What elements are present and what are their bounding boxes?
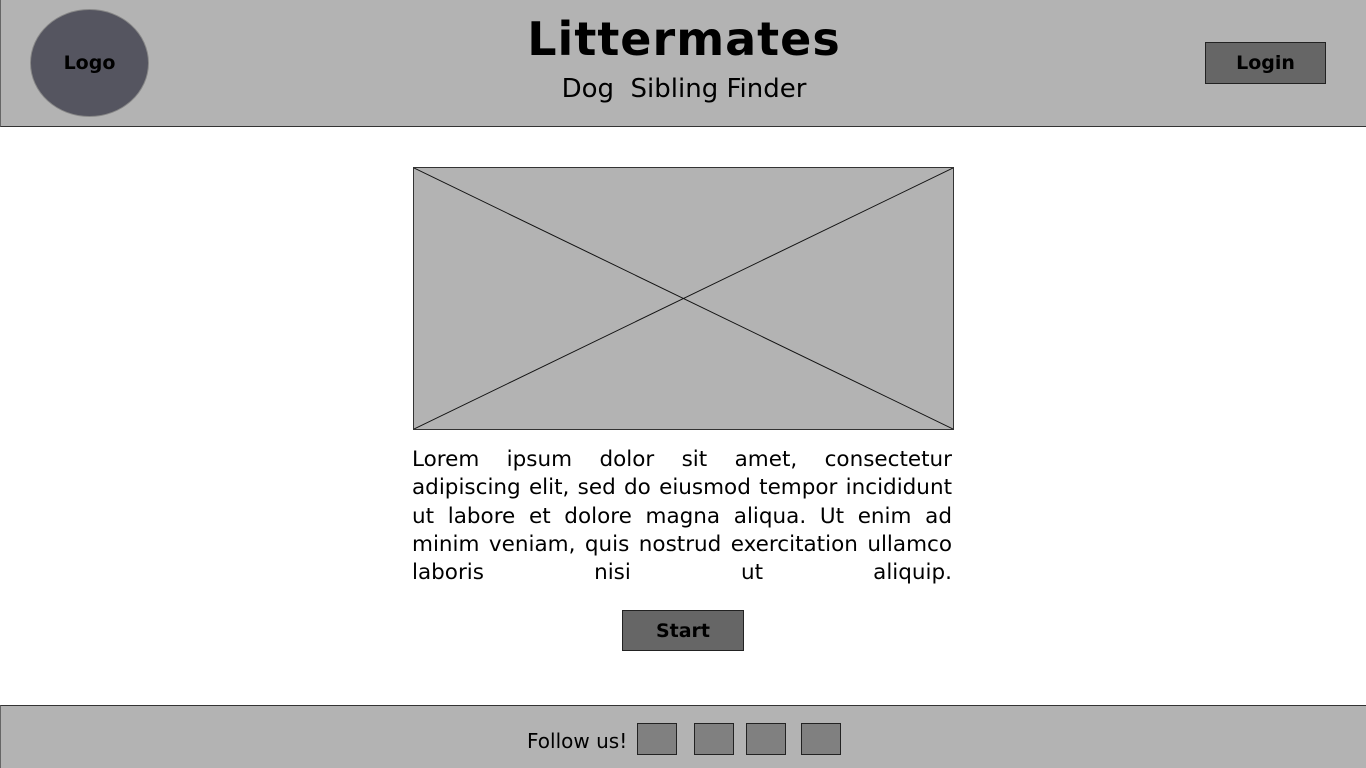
login-button-label: Login xyxy=(1236,52,1295,74)
social-link-1-icon[interactable] xyxy=(637,723,677,755)
description-text: Lorem ipsum dolor sit amet, consectetur … xyxy=(412,447,952,586)
social-link-3-icon[interactable] xyxy=(746,723,786,755)
site-footer: Follow us! xyxy=(0,705,1366,768)
follow-us-label: Follow us! xyxy=(527,729,628,753)
login-button[interactable]: Login xyxy=(1205,42,1326,84)
site-header: Logo Littermates Dog Sibling Finder Logi… xyxy=(0,0,1366,127)
hero-image-placeholder xyxy=(413,167,954,430)
start-button[interactable]: Start xyxy=(622,610,744,651)
site-subtitle: Dog Sibling Finder xyxy=(561,74,807,104)
start-button-label: Start xyxy=(655,619,711,642)
site-title: Littermates xyxy=(527,12,841,66)
social-link-2-icon[interactable] xyxy=(694,723,734,755)
image-placeholder-icon xyxy=(414,168,953,429)
social-link-4-icon[interactable] xyxy=(801,723,841,755)
